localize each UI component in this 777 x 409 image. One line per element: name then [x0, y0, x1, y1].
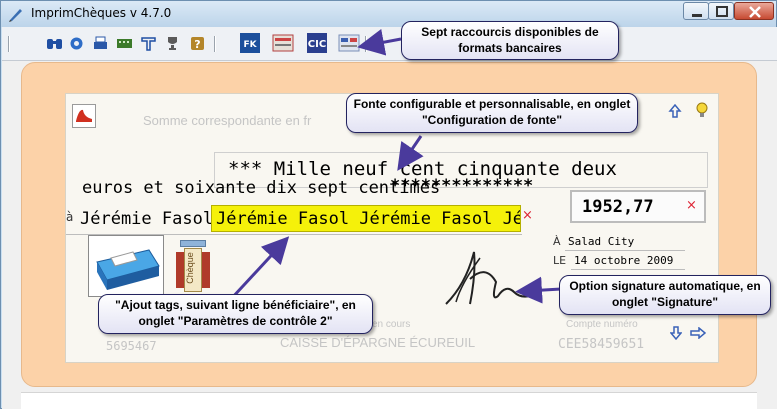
tags-arrow: [229, 236, 290, 301]
callout-arrows: [229, 28, 562, 304]
font-arrow: [397, 135, 424, 171]
callout-tags: "Ajout tags, suivant ligne bénéficiaire"…: [98, 294, 373, 334]
app-window: ImprimChèques v 4.7.0 ? FK CIC Somme cor…: [0, 0, 777, 409]
callout-shortcuts: Sept raccourcis disponibles de formats b…: [401, 21, 619, 60]
signature-arrow: [515, 276, 562, 304]
callout-font: Fonte configurable et personnalisable, e…: [346, 93, 638, 133]
callout-signature: Option signature automatique, en onglet …: [559, 275, 771, 315]
shortcuts-arrow: [357, 28, 402, 56]
